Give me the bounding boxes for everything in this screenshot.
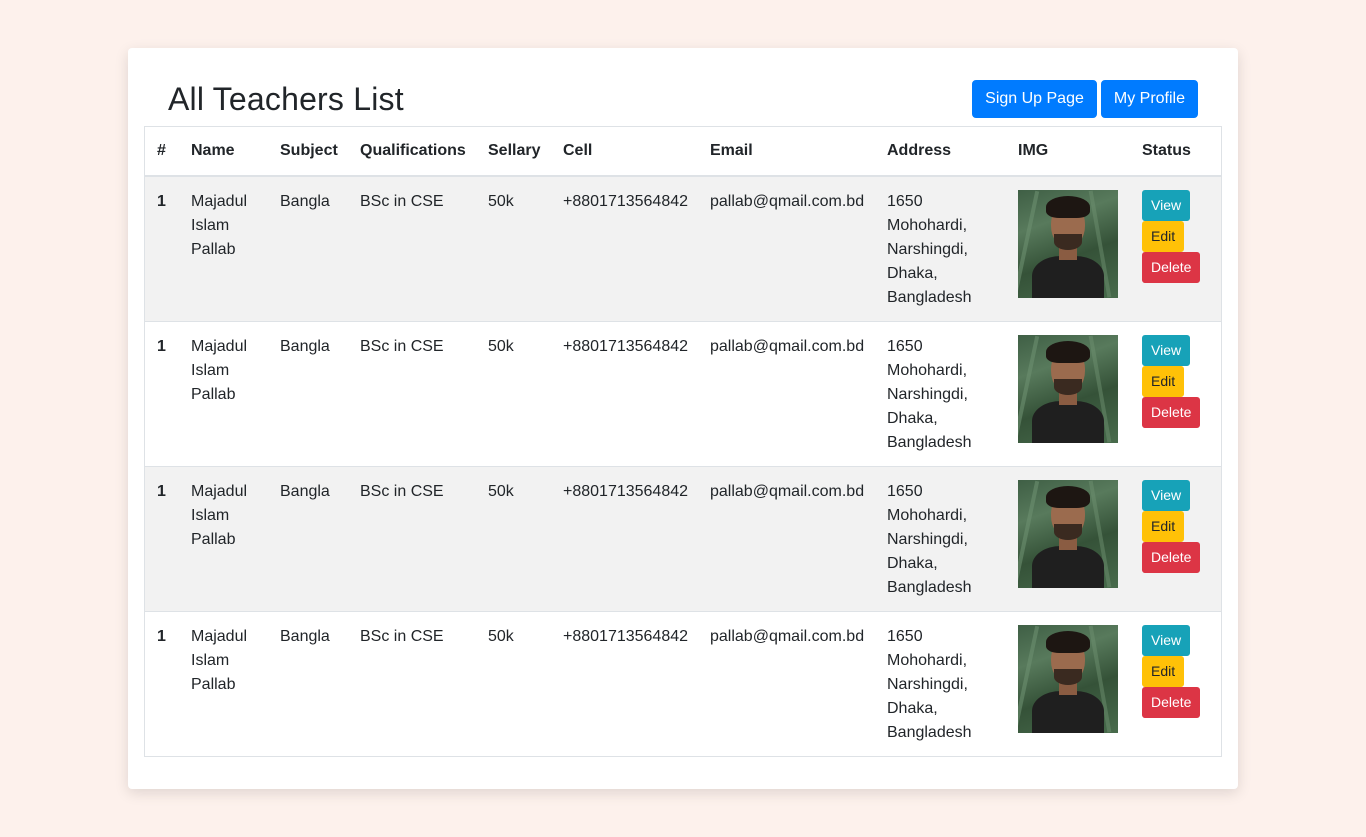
row-number: 1 — [145, 465, 179, 611]
teacher-cell: +8801713564842 — [563, 193, 689, 210]
teacher-name: Majadul Islam Pallab — [179, 320, 268, 466]
view-button[interactable]: View — [1142, 624, 1191, 656]
delete-button[interactable]: Delete — [1142, 252, 1201, 283]
teacher-img-cell — [1006, 465, 1130, 611]
status-cell: View Edit Delete — [1130, 320, 1221, 466]
teacher-qualifications: BSc in CSE — [348, 320, 476, 466]
teacher-email: pallab@qmail.com.bd — [698, 610, 875, 756]
teacher-sellary: 50k — [488, 193, 514, 210]
my-profile-button[interactable]: My Profile — [1100, 80, 1198, 118]
teachers-card: All Teachers List Sign Up Page My Profil… — [128, 48, 1238, 789]
teacher-name: Majadul Islam Pallab — [179, 610, 268, 756]
teacher-img-cell — [1006, 176, 1130, 321]
column-header-email: Email — [698, 127, 875, 177]
sign-up-page-button[interactable]: Sign Up Page — [972, 80, 1097, 118]
teacher-subject: Bangla — [268, 465, 348, 611]
teacher-subject: Bangla — [268, 610, 348, 756]
teacher-address: 1650 Mohohardi, Narshingdi, Dhaka, Bangl… — [875, 610, 1006, 756]
row-number: 1 — [145, 320, 179, 466]
teacher-cell: +8801713564842 — [551, 320, 698, 466]
teacher-address: 1650 Mohohardi, Narshingdi, Dhaka, Bangl… — [875, 465, 1006, 611]
teacher-sellary: 50k — [476, 610, 551, 756]
teachers-table-container: # Name Subject Qualifications Sellary Ce… — [144, 126, 1222, 757]
table-row: 1 Majadul Islam Pallab Bangla BSc in CSE… — [145, 465, 1221, 611]
column-header-sellary: Sellary — [476, 127, 551, 177]
status-cell: View Edit Delete — [1130, 176, 1221, 321]
view-button[interactable]: View — [1142, 334, 1191, 366]
teacher-photo — [1018, 190, 1118, 298]
column-header-address: Address — [875, 127, 1006, 177]
table-row: 1 Majadul Islam Pallab Bangla BSc in CSE… — [145, 610, 1221, 756]
teacher-photo — [1018, 334, 1118, 443]
teacher-qualifications: BSc in CSE — [348, 465, 476, 611]
table-row: 1 Majadul Islam Pallab Bangla BSc in CSE… — [145, 176, 1221, 321]
edit-button[interactable]: Edit — [1142, 510, 1185, 542]
teacher-email: pallab@qmail.com.bd — [698, 320, 875, 466]
column-header-name: Name — [179, 127, 268, 177]
teacher-img-cell — [1006, 610, 1130, 756]
delete-button[interactable]: Delete — [1142, 686, 1201, 718]
teacher-cell: +8801713564842 — [551, 465, 698, 611]
column-header-status: Status — [1130, 127, 1221, 177]
column-header-img: IMG — [1006, 127, 1130, 177]
status-cell: View Edit Delete — [1130, 610, 1221, 756]
teacher-address: 1650 Mohohardi, Narshingdi, Dhaka, Bangl… — [875, 320, 1006, 466]
row-number: 1 — [157, 193, 166, 210]
teacher-subject: Bangla — [268, 320, 348, 466]
column-header-cell: Cell — [551, 127, 698, 177]
teacher-photo — [1018, 479, 1118, 588]
edit-button[interactable]: Edit — [1142, 365, 1185, 397]
view-button[interactable]: View — [1142, 190, 1191, 221]
row-number: 1 — [145, 610, 179, 756]
teacher-email: pallab@qmail.com.bd — [698, 465, 875, 611]
status-cell: View Edit Delete — [1130, 465, 1221, 611]
teacher-name: Majadul Islam Pallab — [179, 465, 268, 611]
page-title: All Teachers List — [168, 81, 404, 117]
teacher-name: Majadul Islam Pallab — [191, 193, 248, 258]
edit-button[interactable]: Edit — [1142, 655, 1185, 687]
teacher-sellary: 50k — [476, 465, 551, 611]
edit-button[interactable]: Edit — [1142, 221, 1185, 252]
header-actions: Sign Up Page My Profile — [972, 80, 1198, 118]
table-row: 1 Majadul Islam Pallab Bangla BSc in CSE… — [145, 320, 1221, 466]
teacher-address: 1650 Mohohardi, Narshingdi, Dhaka, Bangl… — [887, 193, 972, 306]
table-header-row: # Name Subject Qualifications Sellary Ce… — [145, 127, 1221, 177]
teacher-qualifications: BSc in CSE — [360, 193, 444, 210]
teacher-img-cell — [1006, 320, 1130, 466]
teachers-table: # Name Subject Qualifications Sellary Ce… — [145, 127, 1221, 756]
teacher-sellary: 50k — [476, 320, 551, 466]
teacher-email: pallab@qmail.com.bd — [710, 193, 865, 210]
column-header-qualifications: Qualifications — [348, 127, 476, 177]
column-header-number: # — [145, 127, 179, 177]
delete-button[interactable]: Delete — [1142, 396, 1201, 428]
teacher-qualifications: BSc in CSE — [348, 610, 476, 756]
teacher-cell: +8801713564842 — [551, 610, 698, 756]
teacher-subject: Bangla — [280, 193, 330, 210]
column-header-subject: Subject — [268, 127, 348, 177]
delete-button[interactable]: Delete — [1142, 541, 1201, 573]
view-button[interactable]: View — [1142, 479, 1191, 511]
teacher-photo — [1018, 624, 1118, 733]
